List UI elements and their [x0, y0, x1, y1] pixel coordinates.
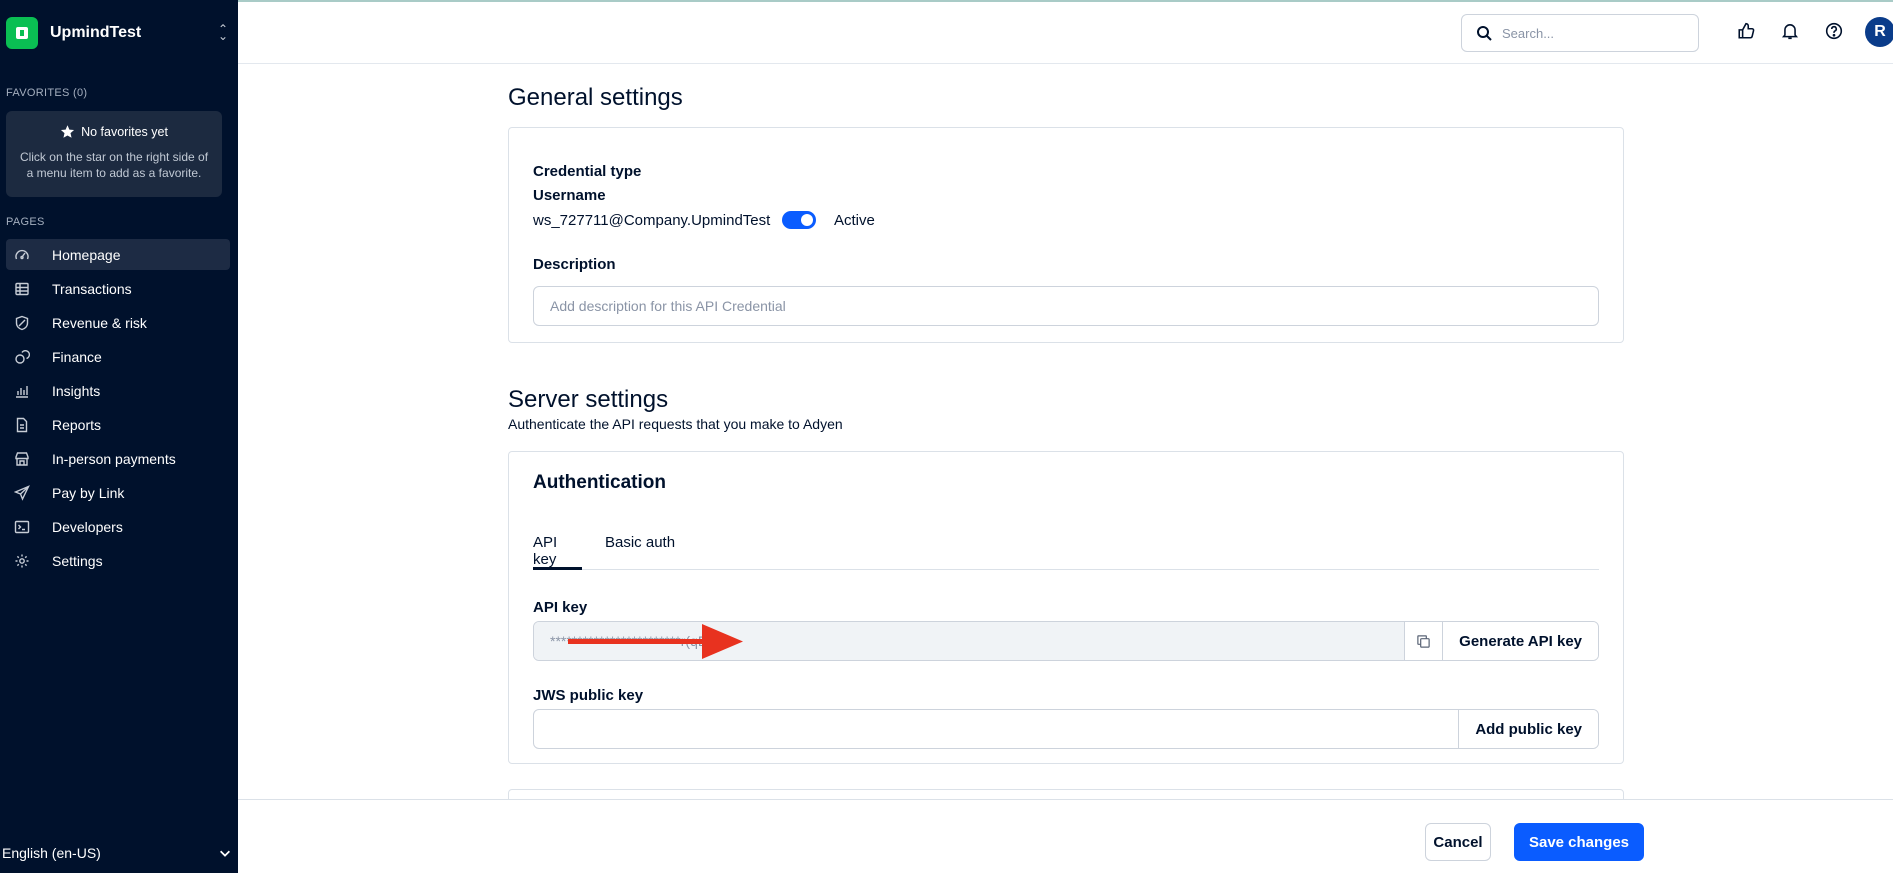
sidebar: UpmindTest ⌃ ⌄ FAVORITES (0) No favorites… — [0, 0, 238, 873]
username-value: ws_727711@Company.UpmindTest — [533, 212, 771, 229]
sidebar-item-label: In-person payments — [52, 450, 176, 467]
gear-icon — [15, 554, 29, 567]
favorites-empty-desc: Click on the star on the right side of a… — [19, 150, 209, 180]
table-icon — [15, 282, 29, 295]
authentication-title: Authentication — [533, 472, 666, 493]
star-icon — [61, 125, 75, 138]
copy-button[interactable] — [1404, 622, 1443, 660]
tab-basic-auth[interactable]: Basic auth — [605, 534, 675, 570]
sidebar-item-label: Pay by Link — [52, 484, 125, 501]
general-settings-card: Credential type Username ws_727711@Compa… — [508, 127, 1624, 343]
sidebar-item-label: Finance — [52, 348, 102, 365]
description-label: Description — [533, 256, 616, 273]
api-key-label: API key — [533, 599, 588, 616]
sidebar-item-label: Reports — [52, 416, 102, 433]
paper-plane-icon — [14, 484, 30, 501]
sidebar-item-reports[interactable]: Reports — [6, 409, 230, 440]
sidebar-item-label: Settings — [52, 552, 103, 569]
sidebar-item-transactions[interactable]: Transactions — [6, 273, 230, 304]
favorites-empty-box: No favorites yet Click on the star on th… — [6, 111, 222, 197]
sidebar-item-label: Revenue & risk — [52, 314, 147, 331]
add-public-key-button[interactable]: Add public key — [1458, 710, 1598, 748]
language-label: English (en-US) — [2, 845, 101, 861]
language-selector[interactable]: English (en-US) — [2, 845, 232, 861]
sidebar-item-in-person-payments[interactable]: In-person payments — [6, 443, 230, 474]
jws-public-key-field: Add public key — [533, 709, 1599, 749]
jws-public-key-label: JWS public key — [533, 687, 644, 704]
coins-icon — [15, 349, 30, 364]
annotation-arrow-icon — [568, 624, 743, 659]
auth-tabs: API key Basic auth — [533, 522, 1599, 570]
thumbs-up-icon[interactable] — [1737, 22, 1755, 40]
search-icon — [1477, 26, 1492, 41]
next-settings-card — [508, 789, 1624, 799]
sidebar-item-label: Homepage — [52, 246, 121, 263]
generate-api-key-button[interactable]: Generate API key — [1442, 622, 1598, 660]
sidebar-item-revenue-risk[interactable]: Revenue & risk — [6, 307, 230, 338]
tab-api-key[interactable]: API key — [533, 534, 582, 570]
pages-section-title: PAGES — [6, 216, 45, 228]
sidebar-item-finance[interactable]: Finance — [6, 341, 230, 372]
username-label: Username — [533, 187, 606, 204]
search-box[interactable] — [1461, 14, 1699, 52]
account-switcher[interactable]: UpmindTest ⌃ ⌄ — [6, 17, 232, 49]
search-input[interactable] — [1502, 25, 1672, 41]
cancel-button[interactable]: Cancel — [1425, 823, 1491, 861]
shield-icon — [15, 315, 29, 330]
avatar[interactable]: R — [1865, 17, 1893, 47]
sidebar-item-developers[interactable]: Developers — [6, 511, 230, 542]
authentication-card: Authentication API key Basic auth API ke… — [508, 451, 1624, 764]
sidebar-item-label: Transactions — [52, 280, 132, 297]
sidebar-nav: Homepage Transactions Revenue & risk Fin… — [6, 239, 230, 579]
active-status-label: Active — [834, 212, 875, 229]
jws-public-key-input[interactable] — [534, 710, 1458, 748]
sidebar-item-settings[interactable]: Settings — [6, 545, 230, 576]
bell-icon[interactable] — [1781, 22, 1799, 40]
document-icon — [16, 417, 28, 432]
help-icon[interactable] — [1825, 22, 1843, 40]
action-footer: Cancel Save changes — [238, 799, 1893, 873]
active-toggle[interactable] — [782, 211, 816, 229]
sidebar-item-pay-by-link[interactable]: Pay by Link — [6, 477, 230, 508]
save-changes-button[interactable]: Save changes — [1514, 823, 1644, 861]
sidebar-item-homepage[interactable]: Homepage — [6, 239, 230, 270]
server-settings-subtitle: Authenticate the API requests that you m… — [508, 416, 843, 432]
main-content: General settings Credential type Usernam… — [238, 64, 1893, 799]
description-input[interactable]: Add description for this API Credential — [533, 286, 1599, 326]
store-icon — [15, 451, 29, 466]
general-settings-heading: General settings — [508, 84, 683, 111]
favorites-section-title: FAVORITES (0) — [6, 87, 88, 99]
terminal-icon — [14, 520, 30, 533]
account-logo-icon — [6, 17, 38, 49]
sidebar-item-label: Insights — [52, 382, 101, 399]
sidebar-item-label: Developers — [52, 518, 123, 535]
top-bar: R — [238, 0, 1893, 64]
chevron-up-down-icon: ⌃ ⌄ — [217, 22, 229, 43]
copy-icon — [1417, 634, 1430, 648]
gauge-icon — [15, 249, 29, 259]
sidebar-item-insights[interactable]: Insights — [6, 375, 230, 406]
credential-type-label: Credential type — [533, 163, 642, 180]
bar-chart-icon — [16, 385, 28, 398]
chevron-down-icon — [220, 850, 230, 857]
favorites-empty-title: No favorites yet — [81, 124, 168, 139]
server-settings-heading: Server settings — [508, 386, 669, 413]
account-name: UpmindTest — [50, 24, 142, 41]
